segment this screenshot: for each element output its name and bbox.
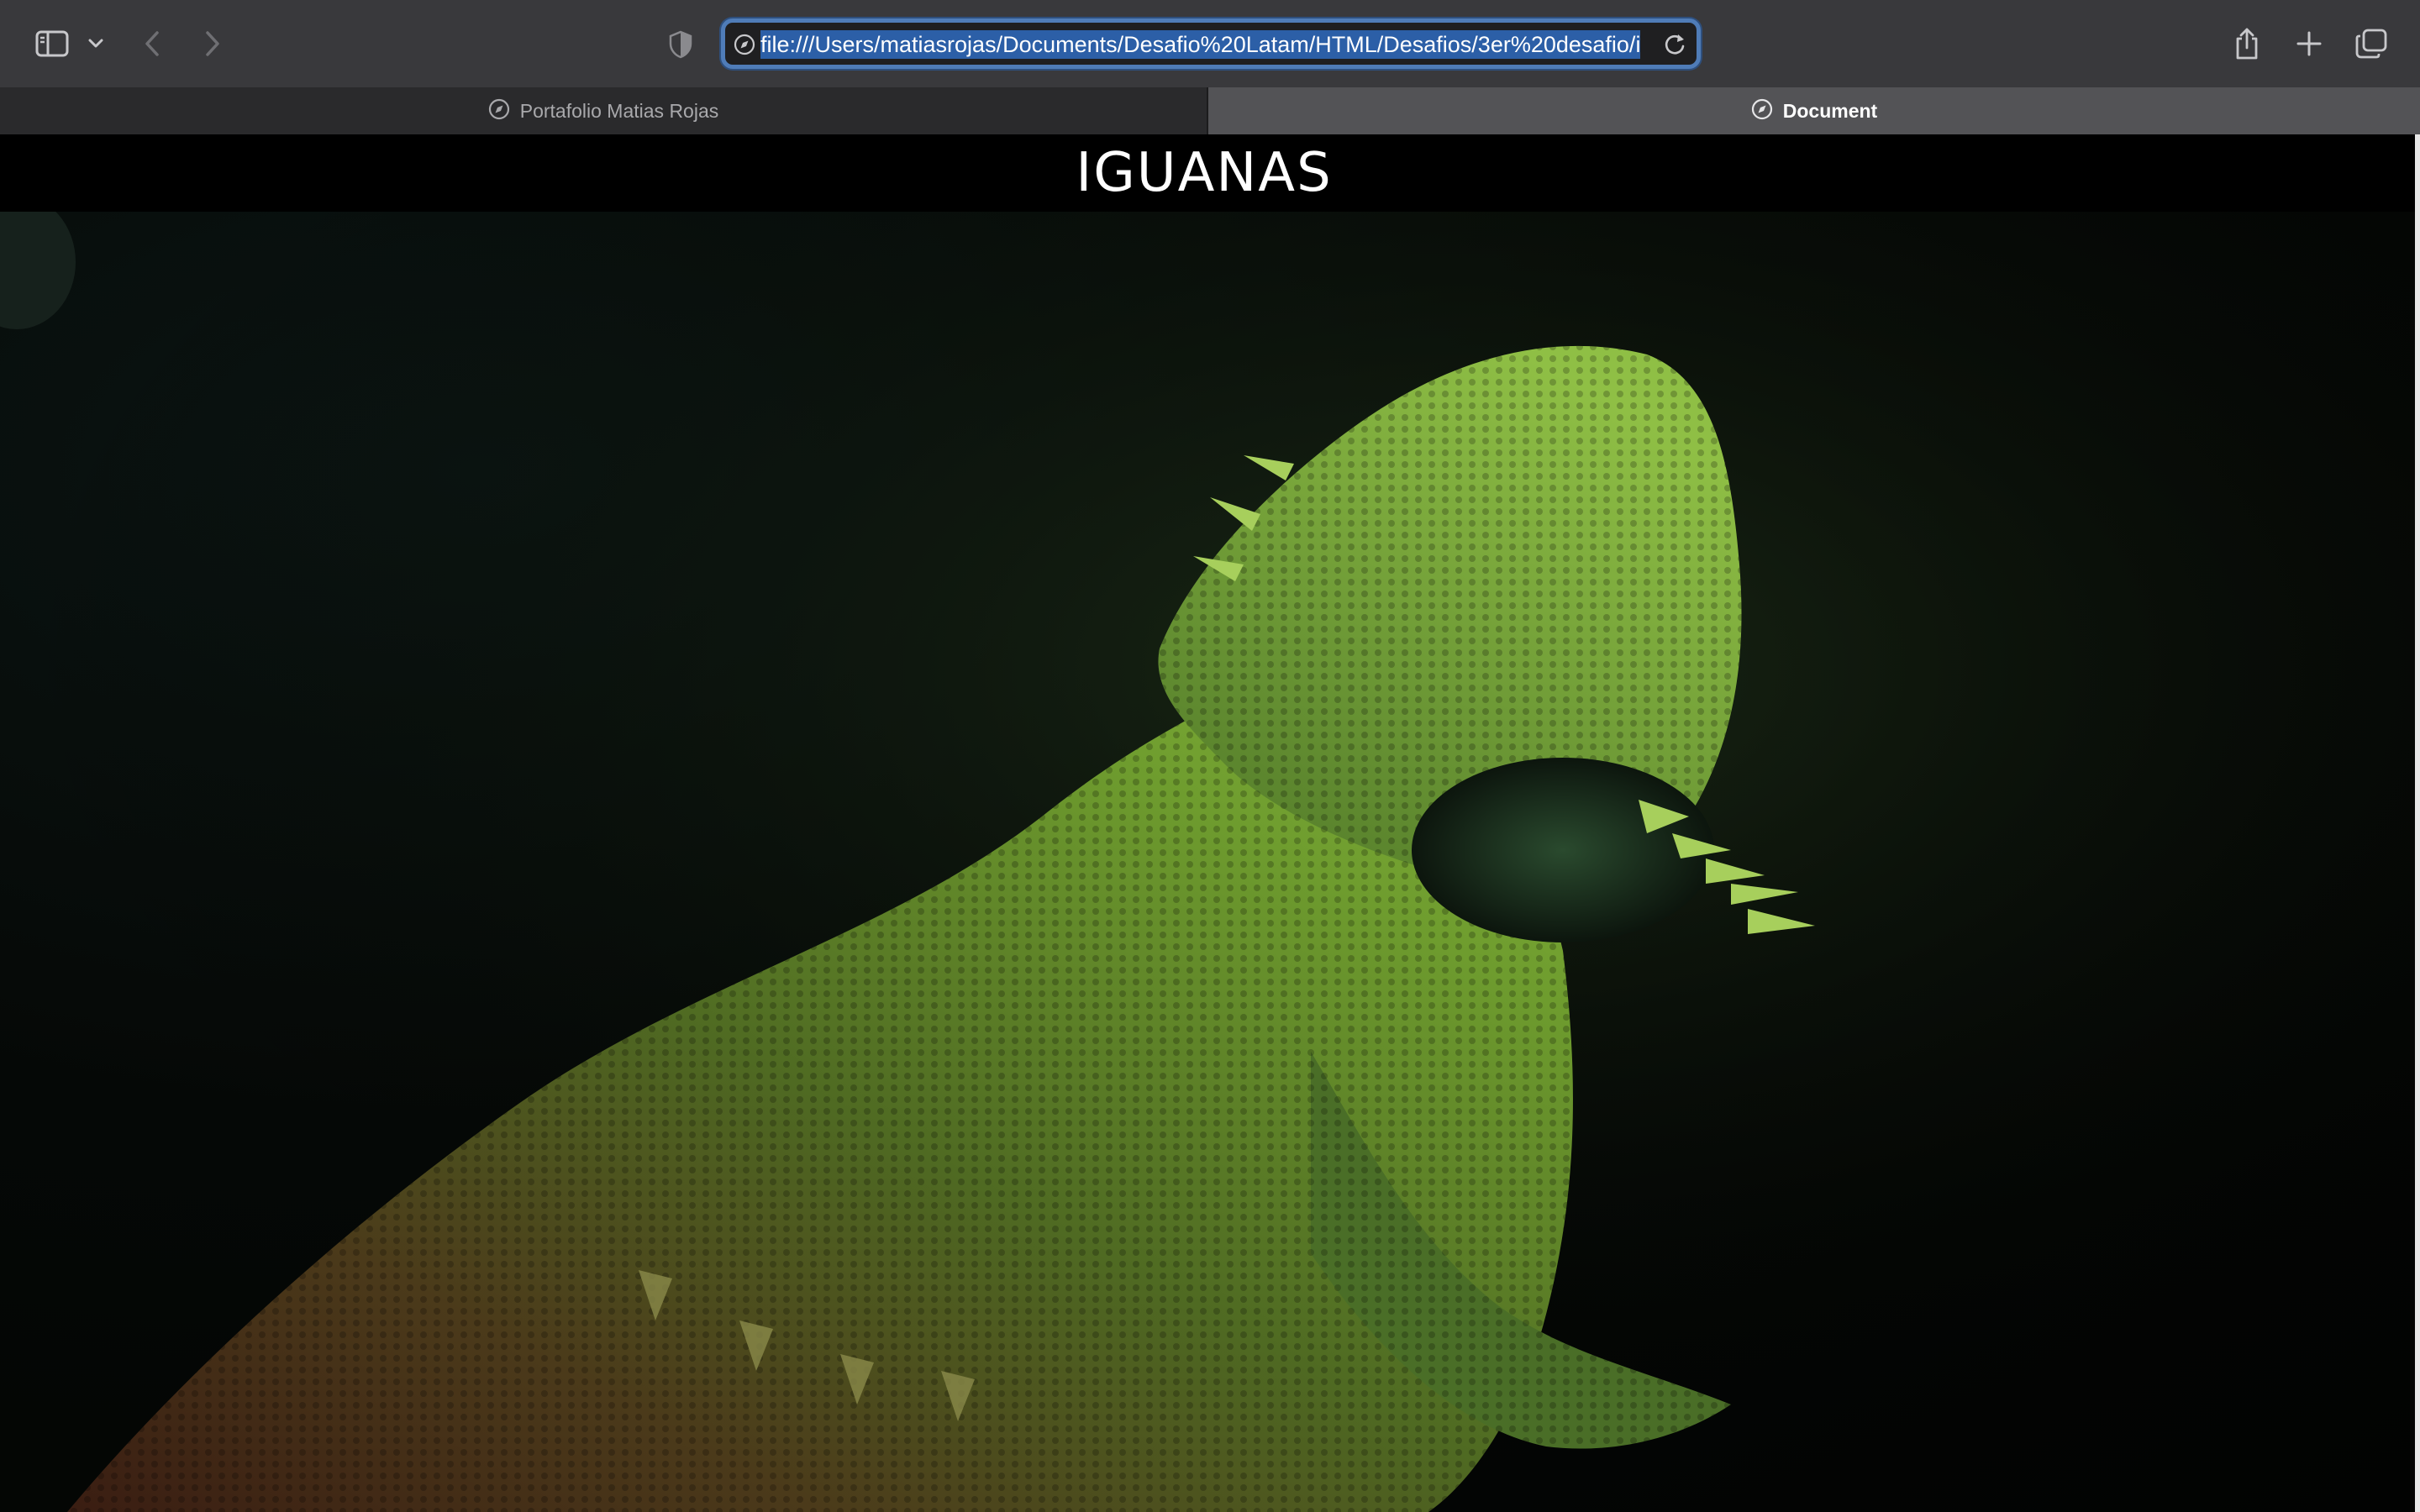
chevron-right-icon[interactable] (200, 27, 225, 60)
iguana-illustration (0, 212, 2415, 1512)
browser-toolbar: file:///Users/matiasrojas/Documents/Desa… (0, 0, 2420, 87)
page-header: IGUANAS (0, 134, 2415, 212)
page-scrollbar[interactable] (2415, 134, 2420, 1512)
chevron-down-icon[interactable] (84, 32, 108, 55)
address-bar[interactable]: file:///Users/matiasrojas/Documents/Desa… (721, 18, 1701, 69)
browser-window: file:///Users/matiasrojas/Documents/Desa… (0, 0, 2420, 1512)
tab-label: Portafolio Matias Rojas (519, 100, 719, 122)
compass-icon (734, 34, 755, 60)
compass-icon (488, 98, 510, 124)
tab-bar: Portafolio Matias Rojas Document (0, 87, 2420, 134)
compass-icon (1751, 98, 1773, 124)
share-icon[interactable] (2230, 24, 2264, 64)
tab-portafolio[interactable]: Portafolio Matias Rojas (0, 87, 1208, 134)
tab-overview-icon[interactable] (2353, 25, 2390, 62)
web-page: IGUANAS (0, 134, 2415, 1512)
reload-icon[interactable] (1663, 32, 1686, 61)
url-text[interactable]: file:///Users/matiasrojas/Documents/Desa… (760, 29, 1651, 60)
chevron-left-icon[interactable] (139, 27, 165, 60)
tab-label: Document (1782, 100, 1878, 122)
tab-document[interactable]: Document (1208, 87, 2420, 134)
plus-icon[interactable] (2292, 27, 2326, 60)
shield-icon[interactable] (666, 29, 696, 60)
sidebar-icon[interactable] (32, 25, 72, 62)
hero-image (0, 212, 2415, 1512)
page-title: IGUANAS (1076, 142, 1333, 204)
